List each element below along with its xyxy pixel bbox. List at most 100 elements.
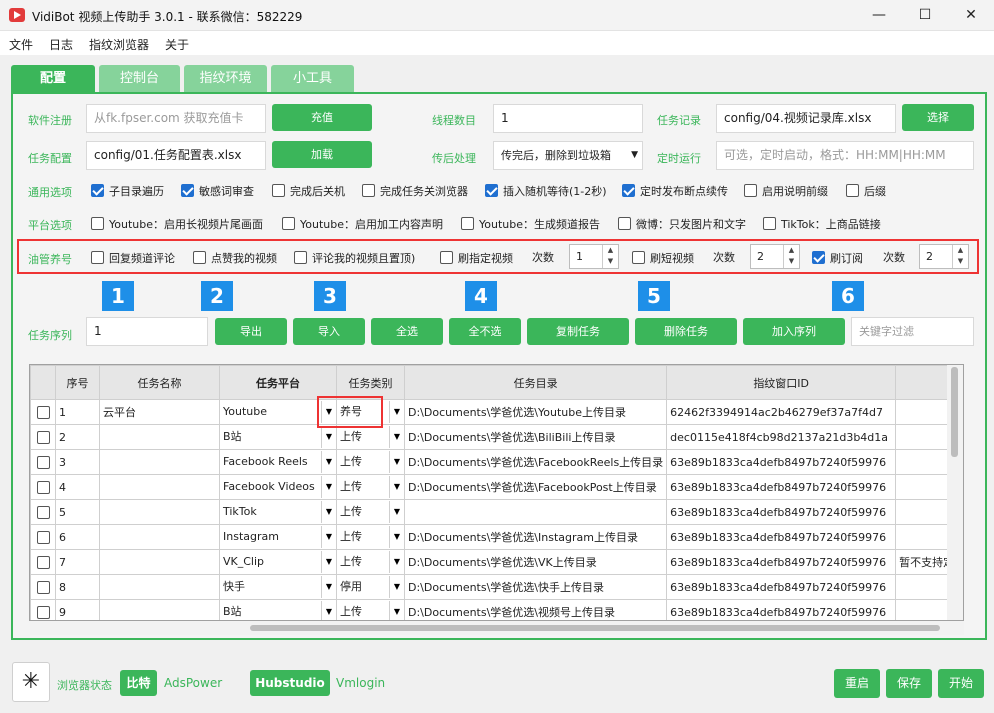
row-platform[interactable]: Instagram ▼ bbox=[219, 524, 337, 550]
header-platform[interactable]: 任务平台 bbox=[219, 365, 337, 400]
checkbox[interactable] bbox=[181, 184, 194, 197]
option-shutdown[interactable]: 完成后关机 bbox=[272, 184, 345, 198]
checkbox[interactable] bbox=[294, 251, 307, 264]
row-name[interactable] bbox=[99, 424, 220, 450]
header-index[interactable]: 序号 bbox=[55, 365, 100, 400]
row-name[interactable] bbox=[99, 524, 220, 550]
count-spinner-2[interactable]: 2 ▲ ▼ bbox=[750, 244, 800, 269]
scroll-thumb[interactable] bbox=[951, 367, 958, 457]
chevron-down-icon[interactable]: ▼ bbox=[389, 476, 404, 498]
option-random-wait[interactable]: 插入随机等待(1-2秒) bbox=[485, 184, 607, 198]
chevron-down-icon[interactable]: ▼ bbox=[389, 551, 404, 573]
post-select[interactable]: 传完后，删除到垃圾箱 ▼ bbox=[493, 141, 643, 170]
chevron-down-icon[interactable]: ▼ bbox=[389, 401, 404, 423]
checkbox[interactable] bbox=[91, 184, 104, 197]
recharge-button[interactable]: 充值 bbox=[272, 104, 372, 131]
table-row[interactable]: 9 B站 ▼ 上传 ▼ D:\Documents\学爸优选\视频号上传目录 63e89b18… bbox=[30, 599, 959, 620]
restart-button[interactable]: 重启 bbox=[834, 669, 880, 698]
option-yt-endscreen[interactable]: Youtube：启用长视频片尾画面 bbox=[91, 217, 263, 231]
checkbox[interactable] bbox=[36, 530, 50, 544]
checkbox[interactable] bbox=[272, 184, 285, 197]
checkbox[interactable] bbox=[440, 251, 453, 264]
table-row[interactable]: 1 云平台 Youtube ▼ 养号 ▼ D:\Documents\学爸优选\Youtube… bbox=[30, 399, 959, 425]
adspower-link[interactable]: AdsPower bbox=[164, 676, 222, 690]
row-category[interactable]: 上传 ▼ bbox=[336, 549, 405, 575]
menu-about[interactable]: 关于 bbox=[165, 36, 189, 53]
tab-config[interactable]: 配置 bbox=[11, 65, 95, 92]
table-row[interactable]: 5 TikTok ▼ 上传 ▼ 63e89b1833ca4defb8497b7240f59… bbox=[30, 499, 959, 525]
option-sensitive[interactable]: 敏感词审查 bbox=[181, 184, 254, 198]
menu-file[interactable]: 文件 bbox=[9, 36, 33, 53]
row-category[interactable]: 上传 ▼ bbox=[336, 424, 405, 450]
row-checkbox[interactable] bbox=[30, 524, 56, 550]
minimize-icon[interactable]: — bbox=[856, 0, 902, 31]
boost-comment-pin[interactable]: 评论我的视频且置顶) bbox=[294, 251, 415, 265]
table-row[interactable]: 6 Instagram ▼ 上传 ▼ D:\Documents\学爸优选\Instagra… bbox=[30, 524, 959, 550]
row-name[interactable] bbox=[99, 574, 220, 600]
header-name[interactable]: 任务名称 bbox=[99, 365, 220, 400]
option-subdir[interactable]: 子目录遍历 bbox=[91, 184, 164, 198]
count-spinner-3[interactable]: 2 ▲ ▼ bbox=[919, 244, 969, 269]
option-yt-report[interactable]: Youtube：生成频道报告 bbox=[461, 217, 600, 231]
scroll-thumb[interactable] bbox=[250, 625, 940, 631]
chevron-down-icon[interactable]: ▼ bbox=[389, 501, 404, 523]
record-input[interactable]: config/04.视频记录库.xlsx bbox=[716, 104, 896, 133]
row-name[interactable] bbox=[99, 474, 220, 500]
row-category[interactable]: 停用 ▼ bbox=[336, 574, 405, 600]
row-window-id[interactable]: 63e89b1833ca4defb8497b7240f59976 bbox=[666, 474, 897, 500]
row-category[interactable]: 上传 ▼ bbox=[336, 449, 405, 475]
boost-subscriptions[interactable]: 刷订阅 bbox=[812, 251, 863, 265]
delete-task-button[interactable]: 删除任务 bbox=[635, 318, 737, 345]
checkbox[interactable] bbox=[632, 251, 645, 264]
option-prefix[interactable]: 启用说明前缀 bbox=[744, 184, 828, 198]
tab-tools[interactable]: 小工具 bbox=[271, 65, 354, 92]
checkbox[interactable] bbox=[36, 480, 50, 494]
checkbox[interactable] bbox=[36, 605, 50, 619]
spinner-arrows-icon[interactable]: ▲ ▼ bbox=[783, 245, 799, 268]
row-name[interactable] bbox=[99, 499, 220, 525]
boost-reply-comments[interactable]: 回复频道评论 bbox=[91, 251, 175, 265]
option-tiktok[interactable]: TikTok：上商品链接 bbox=[763, 217, 881, 231]
row-window-id[interactable]: 63e89b1833ca4defb8497b7240f59976 bbox=[666, 499, 897, 525]
row-checkbox[interactable] bbox=[30, 549, 56, 575]
chevron-down-icon[interactable]: ▼ bbox=[321, 526, 336, 548]
row-directory[interactable] bbox=[403, 499, 668, 525]
checkbox[interactable] bbox=[485, 184, 498, 197]
row-directory[interactable]: D:\Documents\学爸优选\Youtube上传目录 bbox=[403, 399, 668, 425]
row-platform[interactable]: Facebook Reels ▼ bbox=[219, 449, 337, 475]
row-category[interactable]: 上传 ▼ bbox=[336, 474, 405, 500]
row-checkbox[interactable] bbox=[30, 474, 56, 500]
close-icon[interactable]: ✕ bbox=[948, 0, 994, 31]
chevron-down-icon[interactable]: ▼ bbox=[321, 551, 336, 573]
start-button[interactable]: 开始 bbox=[938, 669, 984, 698]
row-category[interactable]: 上传 ▼ bbox=[336, 524, 405, 550]
chevron-down-icon[interactable]: ▼ bbox=[321, 451, 336, 473]
chevron-down-icon[interactable]: ▼ bbox=[389, 526, 404, 548]
row-window-id[interactable]: 63e89b1833ca4defb8497b7240f59976 bbox=[666, 549, 897, 575]
boost-watch-specific[interactable]: 刷指定视频 bbox=[440, 251, 513, 265]
select-none-button[interactable]: 全不选 bbox=[449, 318, 521, 345]
checkbox[interactable] bbox=[91, 251, 104, 264]
reg-input[interactable]: 从fk.fpser.com 获取充值卡 bbox=[86, 104, 266, 133]
chevron-down-icon[interactable]: ▼ bbox=[321, 601, 336, 620]
row-name[interactable]: 云平台 bbox=[99, 399, 220, 425]
checkbox[interactable] bbox=[362, 184, 375, 197]
checkbox[interactable] bbox=[36, 455, 50, 469]
row-platform[interactable]: TikTok ▼ bbox=[219, 499, 337, 525]
row-platform[interactable]: VK_Clip ▼ bbox=[219, 549, 337, 575]
row-directory[interactable]: D:\Documents\学爸优选\FacebookReels上传目录 bbox=[403, 449, 668, 475]
row-window-id[interactable]: 63e89b1833ca4defb8497b7240f59976 bbox=[666, 599, 897, 620]
checkbox[interactable] bbox=[618, 217, 631, 230]
chevron-down-icon[interactable]: ▼ bbox=[321, 501, 336, 523]
row-directory[interactable]: D:\Documents\学爸优选\Instagram上传目录 bbox=[403, 524, 668, 550]
chevron-down-icon[interactable]: ▼ bbox=[321, 576, 336, 598]
row-checkbox[interactable] bbox=[30, 599, 56, 620]
filter-input[interactable]: 关键字过滤 bbox=[851, 317, 974, 346]
menu-log[interactable]: 日志 bbox=[49, 36, 73, 53]
copy-task-button[interactable]: 复制任务 bbox=[527, 318, 629, 345]
row-platform[interactable]: B站 ▼ bbox=[219, 424, 337, 450]
chevron-down-icon[interactable]: ▼ bbox=[389, 426, 404, 448]
checkbox[interactable] bbox=[36, 580, 50, 594]
row-platform[interactable]: B站 ▼ bbox=[219, 599, 337, 620]
count-spinner-1[interactable]: 1 ▲ ▼ bbox=[569, 244, 619, 269]
